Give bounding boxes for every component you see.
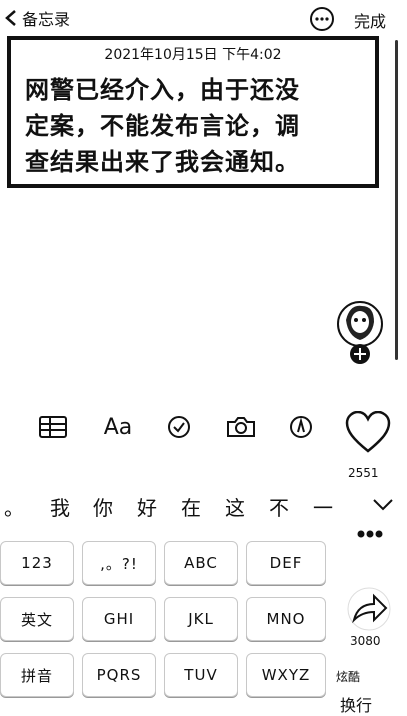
key-tuv[interactable]: TUV [164,653,238,697]
pen-icon [290,416,312,438]
candidate-bar: 。 我 你 好 在 这 不 一 [0,492,345,530]
key-wxyz[interactable]: WXYZ [246,653,326,697]
watermark: 炫酷 [336,670,361,684]
candidate-word[interactable]: 你 [93,492,113,521]
like-count: 2551 [348,466,379,480]
key-jkl[interactable]: JKL [164,597,238,641]
camera-button[interactable] [226,412,256,442]
candidate-word[interactable]: 这 [225,492,245,521]
checklist-icon [168,416,190,438]
table-button[interactable] [38,412,68,442]
camera-icon [227,417,255,437]
table-icon [39,416,67,438]
format-toolbar: Aa [0,400,407,456]
note-line: 网警已经介入，由于还没 [25,76,300,104]
done-button[interactable]: 完成 [354,8,386,32]
candidate-word[interactable]: 。 [4,492,24,521]
key-123[interactable]: 123 [0,541,74,585]
avatar[interactable] [336,296,384,370]
markup-button[interactable] [288,412,314,442]
candidate-word[interactable]: 好 [137,492,157,521]
candidate-word[interactable]: 不 [269,492,289,521]
key-def[interactable]: DEF [246,541,326,585]
back-label: 备忘录 [22,10,71,29]
note-line: 定案，不能发布言论，调 [25,112,300,140]
comment-button[interactable] [348,512,392,556]
key-abc[interactable]: ABC [164,541,238,585]
key-mno[interactable]: MNO [246,597,326,641]
chevron-down-icon[interactable] [372,498,394,512]
chevron-left-icon [5,10,16,26]
key-english[interactable]: 英文 [0,597,74,641]
note-text[interactable]: 网警已经介入，由于还没 定案，不能发布言论，调 查结果出来了我会通知。 [25,72,369,180]
heart-icon [345,411,391,453]
like-button[interactable] [344,410,392,454]
candidate-word[interactable]: 在 [181,492,201,521]
scrollbar[interactable] [395,40,398,360]
checklist-button[interactable] [166,412,192,442]
key-ghi[interactable]: GHI [82,597,156,641]
share-count: 3080 [350,634,381,648]
nav-bar: 备忘录 完成 [0,0,407,36]
share-icon[interactable] [344,586,394,632]
return-key[interactable]: 换行 [340,692,372,716]
key-punctuation[interactable]: ,。?! [82,541,156,585]
key-pqrs[interactable]: PQRS [82,653,156,697]
candidate-word[interactable]: 我 [50,492,70,521]
format-button[interactable]: Aa [100,412,136,442]
more-icon[interactable] [309,6,335,32]
note-line: 查结果出来了我会通知。 [25,148,300,176]
key-pinyin[interactable]: 拼音 [0,653,74,697]
candidate-word[interactable]: 一 [313,492,333,521]
back-button[interactable]: 备忘录 [4,7,70,29]
note-timestamp: 2021年10月15日 下午4:02 [104,47,282,63]
comment-icon [357,530,383,538]
note-content-box[interactable]: 2021年10月15日 下午4:02 网警已经介入，由于还没 定案，不能发布言论… [7,36,379,188]
